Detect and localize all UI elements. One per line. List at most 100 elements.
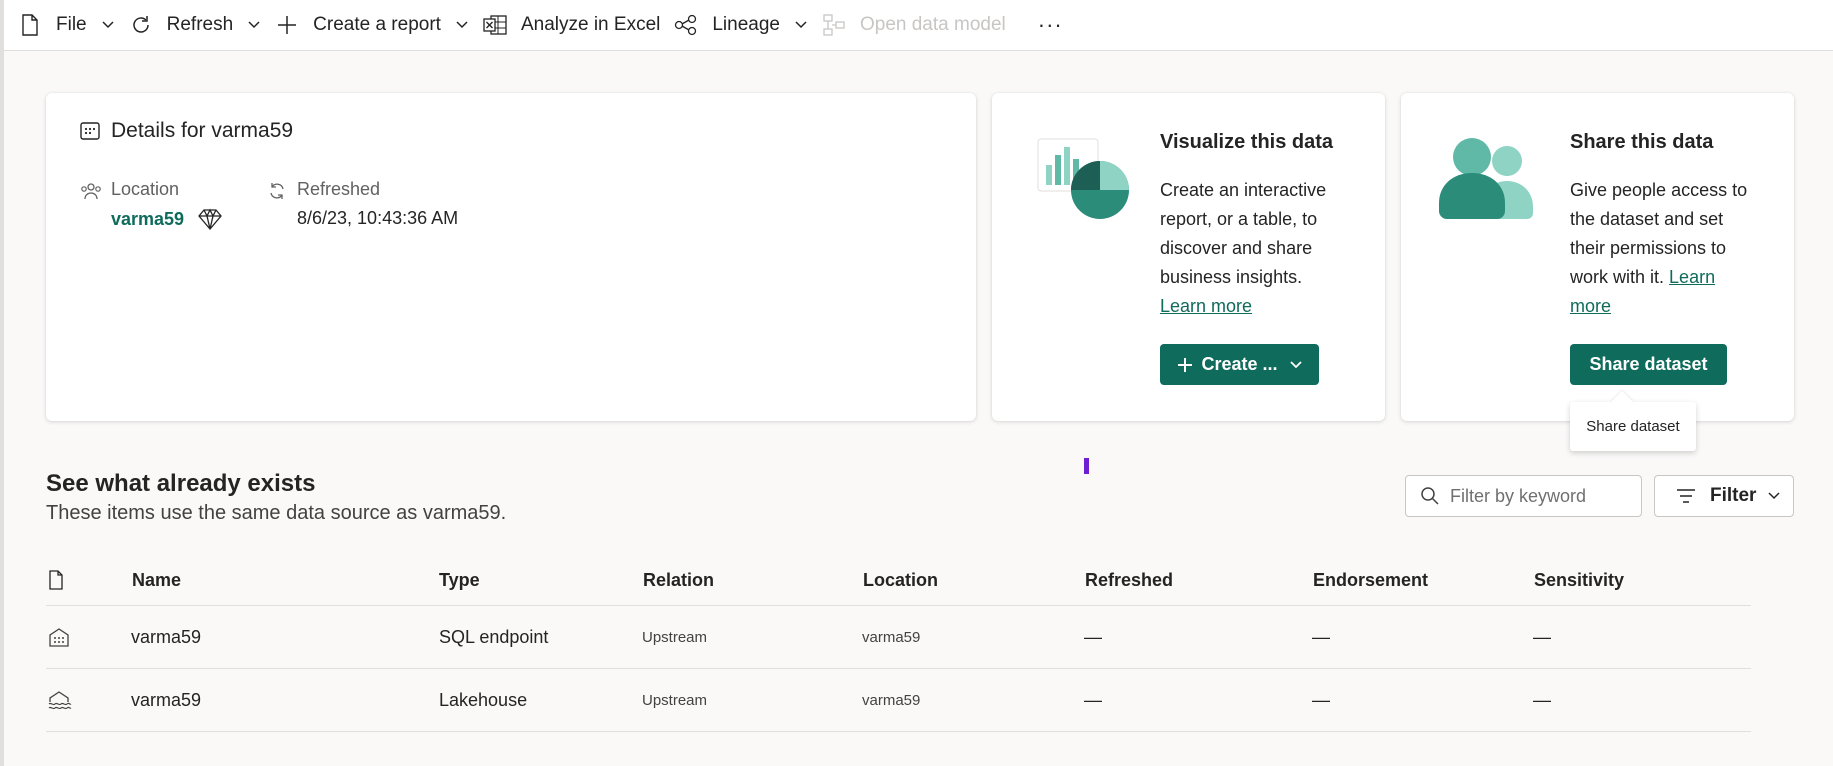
lakehouse-icon [48, 669, 72, 731]
search-icon [1421, 487, 1439, 505]
filter-button[interactable]: Filter [1654, 475, 1794, 517]
visualize-line: Create an interactive [1160, 180, 1327, 200]
visualize-line: discover and share [1160, 238, 1313, 258]
left-border [0, 0, 4, 766]
refresh-icon [129, 13, 153, 37]
column-header-name[interactable]: Name [132, 555, 181, 605]
filter-search-box[interactable] [1405, 475, 1642, 517]
analyze-in-excel-label: Analyze in Excel [520, 14, 661, 35]
location-label: Location [111, 179, 180, 199]
chevron-down-icon [1768, 492, 1780, 500]
row-type: Lakehouse [439, 689, 528, 710]
create-button-label: Create ... [1201, 354, 1278, 374]
file-label: File [56, 14, 87, 35]
row-type: SQL endpoint [439, 626, 549, 647]
file-menu[interactable]: File [18, 3, 115, 47]
visualize-title: Visualize this data [1160, 131, 1334, 153]
visualize-learn-more-link[interactable]: Learn more [1160, 296, 1252, 316]
row-name[interactable]: varma59 [131, 606, 201, 668]
premium-diamond-icon [198, 208, 222, 230]
column-header-relation[interactable]: Relation [643, 555, 714, 605]
create-report-menu[interactable]: Create a report [275, 3, 469, 47]
refreshed-meta: Refreshed 8/6/23, 10:43:36 AM [266, 179, 458, 229]
column-header-endorsement[interactable]: Endorsement [1313, 555, 1428, 605]
text-cursor [1084, 458, 1089, 474]
section-subtitle: These items use the same data source as … [46, 502, 507, 524]
filter-icon [1677, 489, 1695, 503]
details-title: Details for varma59 [80, 119, 293, 143]
chevron-down-icon [247, 18, 261, 32]
share-learn-more-link[interactable]: more [1570, 296, 1611, 316]
refreshed-label: Refreshed [297, 179, 381, 199]
table-row[interactable]: varma59 SQL endpoint Upstream varma59 — … [46, 606, 1751, 669]
row-relation: Upstream [642, 691, 708, 709]
details-icon [80, 120, 102, 142]
refresh-status-icon [270, 183, 284, 199]
share-dataset-tooltip: Share dataset [1570, 402, 1696, 451]
row-location[interactable]: varma59 [862, 669, 920, 731]
chevron-down-icon [455, 18, 469, 32]
sql-endpoint-icon [48, 606, 70, 668]
visualize-line: business insights. [1160, 267, 1303, 287]
visualize-line: report, or a table, to [1160, 209, 1318, 229]
section-title: See what already exists [46, 470, 316, 497]
lineage-icon [674, 13, 698, 37]
row-location[interactable]: varma59 [862, 606, 920, 668]
toolbar: File Refresh Create a report Analyze in … [4, 0, 1833, 51]
share-card: Share this data Give people access to th… [1401, 93, 1794, 421]
share-learn-more-link[interactable]: Learn [1669, 267, 1715, 287]
column-header-sensitivity[interactable]: Sensitivity [1534, 555, 1624, 605]
refresh-label: Refresh [166, 14, 234, 35]
chevron-down-icon [101, 18, 115, 32]
plus-icon [1178, 357, 1193, 372]
chevron-down-icon [1289, 360, 1302, 368]
item-type-column-icon [48, 555, 64, 605]
location-link[interactable]: varma59 [111, 209, 184, 230]
column-header-refreshed[interactable]: Refreshed [1085, 555, 1173, 605]
share-line: work with it. [1570, 267, 1665, 287]
refreshed-value: 8/6/23, 10:43:36 AM [297, 208, 459, 228]
share-dataset-button[interactable]: Share dataset [1570, 344, 1727, 385]
visualize-description: Create an interactive report, or a table… [1160, 176, 1326, 321]
open-data-model-button[interactable]: Open data model [822, 3, 1006, 47]
row-sensitivity: — [1533, 626, 1551, 647]
row-sensitivity: — [1533, 689, 1551, 710]
row-relation: Upstream [642, 628, 708, 646]
open-data-model-label: Open data model [859, 14, 1006, 35]
table-header-row: Name Type Relation Location Refreshed En… [46, 555, 1751, 606]
column-header-type[interactable]: Type [439, 555, 480, 605]
chevron-down-icon [794, 18, 808, 32]
row-refreshed: — [1084, 689, 1102, 710]
share-line: their permissions to [1570, 238, 1727, 258]
search-input[interactable] [1450, 485, 1630, 507]
plus-icon [275, 13, 299, 37]
details-title-text: Details for varma59 [111, 119, 294, 142]
share-line: the dataset and set [1570, 209, 1724, 229]
workspace-icon [81, 183, 101, 200]
row-endorsement: — [1312, 689, 1330, 710]
table-row[interactable]: varma59 Lakehouse Upstream varma59 — — — [46, 669, 1751, 732]
column-header-location[interactable]: Location [863, 555, 938, 605]
create-button[interactable]: Create ... [1160, 344, 1319, 385]
filter-label: Filter [1710, 485, 1757, 506]
lineage-menu[interactable]: Lineage [674, 3, 808, 47]
people-illustration-icon [1439, 138, 1533, 219]
more-options-button[interactable]: ··· [1038, 12, 1063, 38]
share-description: Give people access to the dataset and se… [1570, 176, 1747, 321]
analyze-in-excel-button[interactable]: Analyze in Excel [483, 3, 660, 47]
visualize-card: Visualize this data Create an interactiv… [992, 93, 1385, 421]
row-name[interactable]: varma59 [131, 669, 201, 731]
location-meta: Location varma59 [80, 179, 222, 230]
chart-illustration-icon [1037, 138, 1129, 219]
share-line: Give people access to [1570, 180, 1748, 200]
data-model-icon [822, 13, 846, 37]
refresh-menu[interactable]: Refresh [129, 3, 262, 47]
row-refreshed: — [1084, 626, 1102, 647]
share-title: Share this data [1570, 131, 1714, 153]
details-card: Details for varma59 Location varma59 Ref… [46, 93, 976, 421]
row-endorsement: — [1312, 626, 1330, 647]
related-items-table: Name Type Relation Location Refreshed En… [46, 555, 1751, 732]
excel-icon [483, 13, 507, 37]
file-icon [18, 13, 42, 37]
lineage-label: Lineage [712, 14, 780, 35]
